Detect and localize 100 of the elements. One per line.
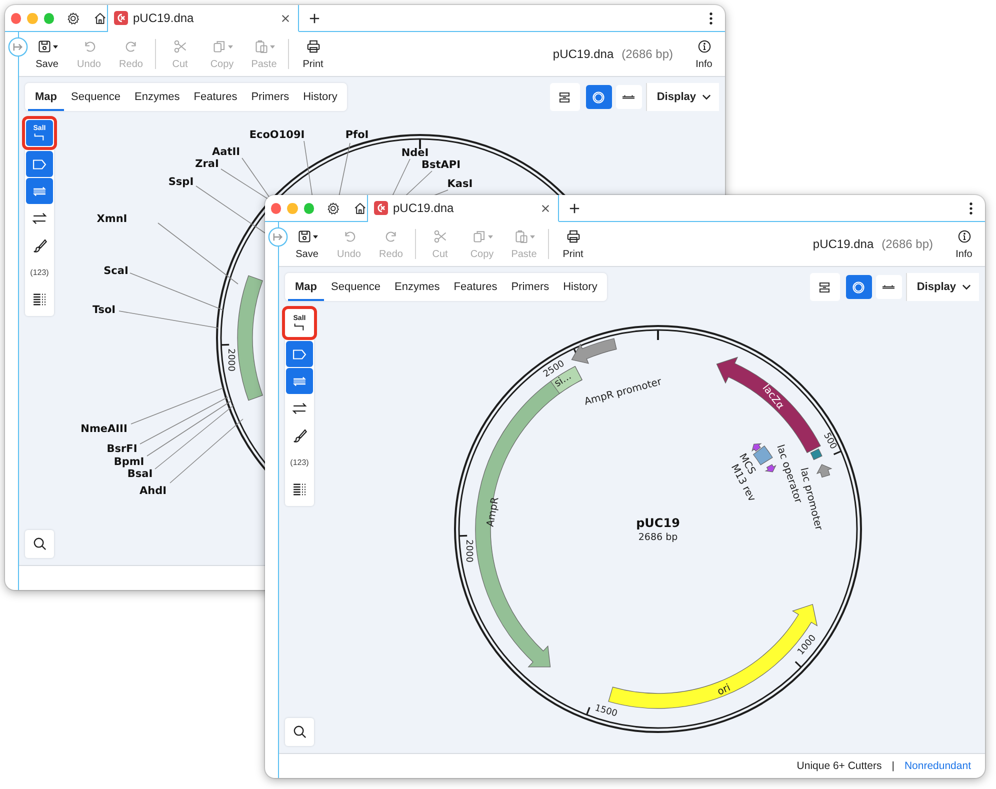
clipboard-icon <box>254 39 268 54</box>
redo-icon <box>124 39 138 54</box>
brush-icon <box>31 236 48 254</box>
close-icon[interactable] <box>281 14 290 22</box>
search-button[interactable] <box>25 530 54 558</box>
more-menu-icon[interactable] <box>969 202 973 214</box>
display-dropdown[interactable]: Display <box>906 273 979 301</box>
plasmid-name: pUC19 <box>636 516 680 530</box>
sequence-view-button[interactable] <box>810 273 840 301</box>
plasmid-length: 2686 bp <box>638 532 678 543</box>
enzyme-label[interactable]: KasI <box>447 178 473 190</box>
view-tab[interactable]: Map <box>28 83 64 111</box>
home-icon[interactable] <box>352 200 367 216</box>
search-button[interactable] <box>285 718 314 746</box>
search-icon <box>292 724 308 740</box>
enzyme-label[interactable]: AhdI <box>139 485 167 497</box>
cut-site-icon <box>294 323 304 331</box>
tick-mark <box>794 661 802 668</box>
chevron-down-icon <box>962 284 971 290</box>
feature-label: si... <box>552 370 574 390</box>
close-window-button[interactable] <box>271 202 282 214</box>
sequence-view-icon <box>557 90 572 104</box>
circle-icon <box>591 90 606 104</box>
info-button[interactable]: Info <box>943 228 985 260</box>
tick-mark <box>221 344 230 346</box>
document-tab[interactable]: pUC19.dna <box>108 5 299 32</box>
filter-label: Unique 6+ Cutters <box>796 760 882 772</box>
more-menu-icon[interactable] <box>709 12 713 24</box>
settings-icon[interactable] <box>326 200 341 216</box>
enzyme-label[interactable]: PfoI <box>345 129 369 141</box>
linear-view-button[interactable] <box>616 85 642 109</box>
view-tab[interactable]: Enzymes <box>388 273 447 301</box>
display-dropdown[interactable]: Display <box>646 83 719 111</box>
close-window-button[interactable] <box>11 12 22 24</box>
search-icon <box>32 536 48 552</box>
enzyme-label[interactable]: TsoI <box>92 304 116 316</box>
feature-block[interactable] <box>810 448 822 460</box>
enzyme-label[interactable]: BstAPI <box>422 159 460 171</box>
view-tab[interactable]: History <box>556 273 604 301</box>
enzyme-label[interactable]: BsrFI <box>106 443 138 455</box>
info-button[interactable]: Info <box>683 38 725 70</box>
linear-view-button[interactable] <box>876 275 902 299</box>
features-tool-button[interactable] <box>26 151 53 177</box>
close-icon[interactable] <box>541 204 550 212</box>
file-name: pUC19.dna <box>552 47 614 61</box>
tick-mark <box>459 534 468 537</box>
primers-tool-button[interactable] <box>286 368 313 394</box>
primers-tool-button[interactable] <box>26 178 53 204</box>
sequence-length: (2686 bp) <box>622 47 673 61</box>
sidebar-toggle-icon[interactable] <box>268 227 288 247</box>
enzyme-label[interactable]: NmeAIII <box>80 423 128 435</box>
view-tab[interactable]: History <box>296 83 344 111</box>
view-tab[interactable]: Sequence <box>64 83 128 111</box>
enzyme-label[interactable]: AatII <box>212 146 240 158</box>
sequence-length: (2686 bp) <box>882 237 933 251</box>
clipboard-icon <box>514 229 528 244</box>
enzyme-label[interactable]: ScaI <box>104 265 128 277</box>
save-button[interactable]: Save <box>27 38 67 70</box>
file-icon <box>374 201 388 215</box>
enzyme-label[interactable]: BsaI <box>127 468 153 480</box>
feature-arrow[interactable] <box>571 338 617 364</box>
scissors-icon <box>432 229 448 244</box>
view-tab[interactable]: Features <box>446 273 504 301</box>
view-tab[interactable]: Sequence <box>324 273 388 301</box>
scissors-icon <box>172 39 188 54</box>
tab-title[interactable]: pUC19.dna <box>393 201 536 215</box>
new-tab-icon[interactable] <box>309 12 320 24</box>
features-tool-button[interactable] <box>286 341 313 367</box>
tick-label: 2000 <box>464 540 474 562</box>
sequence-view-button[interactable] <box>550 83 580 111</box>
view-tab[interactable]: Primers <box>244 83 296 111</box>
document-tab[interactable]: pUC19.dna <box>368 195 559 222</box>
tab-title[interactable]: pUC19.dna <box>133 11 276 25</box>
enzyme-label[interactable]: XmnI <box>96 213 128 225</box>
circular-view-button[interactable] <box>586 85 612 109</box>
new-tab-icon[interactable] <box>569 202 580 214</box>
view-tab[interactable]: Features <box>186 83 244 111</box>
copy-icon <box>472 229 486 244</box>
save-button[interactable]: Save <box>287 228 327 260</box>
print-button[interactable]: Print <box>293 38 333 70</box>
tick-label: 2000 <box>226 348 236 372</box>
view-tab[interactable]: Map <box>288 273 324 301</box>
enzyme-label[interactable]: EcoO109I <box>249 129 305 141</box>
copy-icon <box>212 39 226 54</box>
enzyme-label[interactable]: ZraI <box>195 158 219 170</box>
print-button[interactable]: Print <box>553 228 593 260</box>
enzyme-label[interactable]: SspI <box>168 176 194 188</box>
sidebar-toggle-icon[interactable] <box>8 37 28 57</box>
printer-icon <box>566 229 580 244</box>
separator-text: | <box>892 760 894 772</box>
enzyme-label[interactable]: BpmI <box>114 456 144 468</box>
view-tab[interactable]: Enzymes <box>128 83 187 111</box>
enzyme-label[interactable]: NdeI <box>401 147 429 159</box>
home-icon[interactable] <box>92 10 107 26</box>
brush-icon <box>291 426 308 444</box>
redo-icon <box>384 229 398 244</box>
circular-view-button[interactable] <box>846 275 872 299</box>
settings-icon[interactable] <box>66 10 81 26</box>
filter-link[interactable]: Nonredundant <box>904 760 971 772</box>
view-tab[interactable]: Primers <box>504 273 556 301</box>
